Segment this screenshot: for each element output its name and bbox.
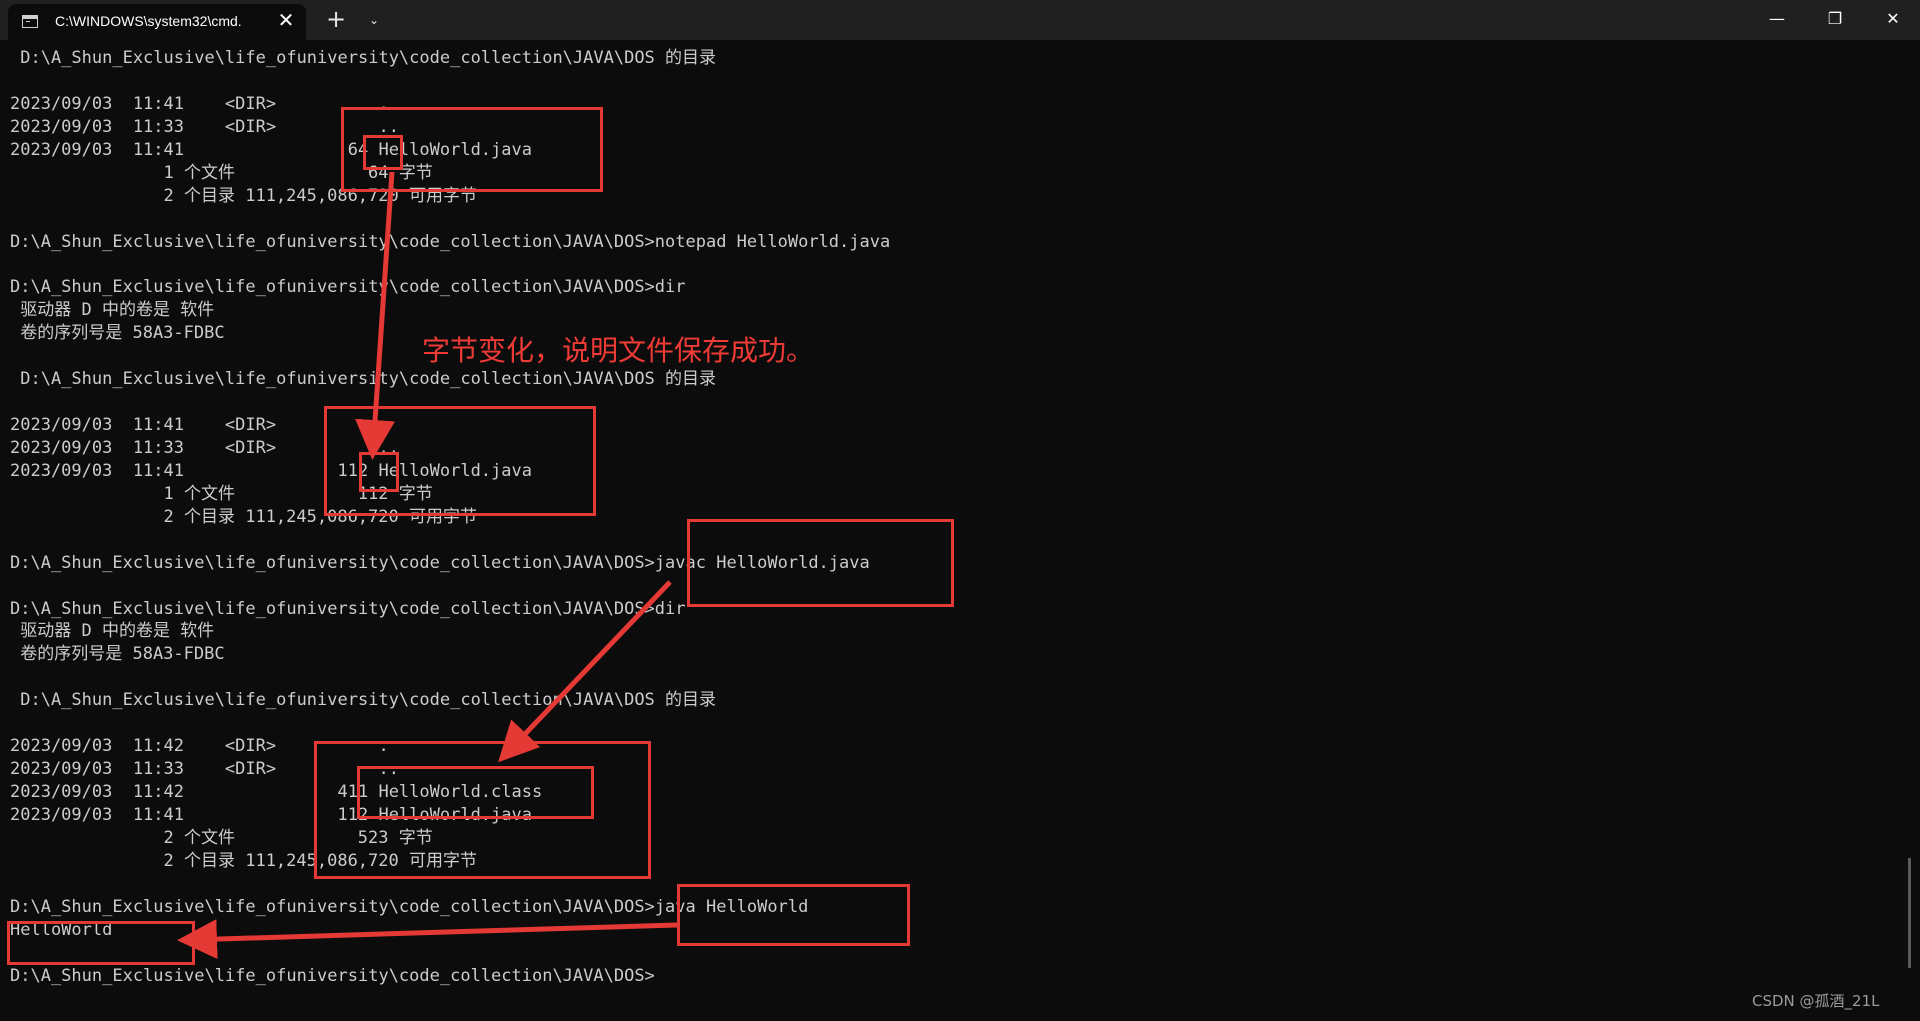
terminal-line: D:\A_Shun_Exclusive\life_ofuniversity\co…: [10, 369, 717, 390]
terminal-line: 卷的序列号是 58A3-FDBC: [10, 644, 225, 665]
terminal-line: 2023/09/03 11:41 64 HelloWorld.java: [10, 139, 532, 160]
title-bar: C:\WINDOWS\system32\cmd. ✕ + ⌄ — ❐ ✕: [0, 0, 1920, 40]
annotation-note: 字节变化，说明文件保存成功。: [422, 334, 815, 367]
terminal-line: 1 个文件 64 字节: [10, 162, 433, 183]
terminal-line: 驱动器 D 中的卷是 软件: [10, 300, 215, 321]
terminal-line: D:\A_Shun_Exclusive\life_ofuniversity\co…: [10, 598, 686, 619]
tab-close-icon[interactable]: ✕: [275, 9, 297, 31]
terminal-line: 2023/09/03 11:41 <DIR> .: [10, 415, 389, 435]
terminal-line: HelloWorld: [10, 919, 113, 940]
terminal-line: 2 个目录 111,245,086,720 可用字节: [10, 185, 477, 206]
watermark: CSDN @孤酒_21L: [1752, 992, 1880, 1010]
terminal-line: 卷的序列号是 58A3-FDBC: [10, 323, 225, 344]
terminal-line: 2023/09/03 11:33 <DIR> ..: [10, 759, 399, 780]
tab-title: C:\WINDOWS\system32\cmd.: [55, 13, 242, 29]
close-window-button[interactable]: ✕: [1864, 0, 1920, 40]
terminal-line: 2023/09/03 11:33 <DIR> ..: [10, 116, 399, 137]
terminal-line: 2023/09/03 11:41 112 HelloWorld.java: [10, 804, 532, 825]
terminal-line: 2023/09/03 11:33 <DIR> ..: [10, 437, 399, 458]
cmd-icon: [22, 15, 38, 28]
terminal-line: 1 个文件 112 字节: [10, 483, 433, 504]
terminal-line: D:\A_Shun_Exclusive\life_ofuniversity\co…: [10, 965, 655, 986]
scrollbar-thumb[interactable]: [1908, 858, 1911, 968]
terminal-line: 2023/09/03 11:41 112 HelloWorld.java: [10, 460, 532, 481]
terminal-line: D:\A_Shun_Exclusive\life_ofuniversity\co…: [10, 896, 809, 917]
terminal-line: 2 个目录 111,245,086,720 可用字节: [10, 850, 477, 871]
terminal-line: D:\A_Shun_Exclusive\life_ofuniversity\co…: [10, 231, 891, 252]
terminal-line: D:\A_Shun_Exclusive\life_ofuniversity\co…: [10, 277, 686, 298]
terminal-tab[interactable]: C:\WINDOWS\system32\cmd. ✕: [8, 4, 306, 40]
terminal-line: 2023/09/03 11:42 411 HelloWorld.class: [10, 782, 543, 802]
tab-dropdown-icon[interactable]: ⌄: [360, 6, 388, 34]
new-tab-button[interactable]: +: [322, 5, 350, 33]
terminal-line: 2023/09/03 11:42 <DIR> .: [10, 736, 389, 757]
terminal-line: 2023/09/03 11:41 <DIR> .: [10, 93, 389, 114]
terminal-output[interactable]: D:\A_Shun_Exclusive\life_ofuniversity\co…: [10, 47, 1890, 1017]
terminal-line: 2 个文件 523 字节: [10, 827, 433, 848]
maximize-button[interactable]: ❐: [1806, 0, 1864, 40]
terminal-line: D:\A_Shun_Exclusive\life_ofuniversity\co…: [10, 690, 717, 711]
terminal-line: 驱动器 D 中的卷是 软件: [10, 621, 215, 642]
terminal-line: D:\A_Shun_Exclusive\life_ofuniversity\co…: [10, 552, 870, 573]
terminal-line: 2 个目录 111,245,086,720 可用字节: [10, 506, 477, 527]
minimize-button[interactable]: —: [1748, 0, 1806, 40]
terminal-line: D:\A_Shun_Exclusive\life_ofuniversity\co…: [10, 48, 717, 68]
